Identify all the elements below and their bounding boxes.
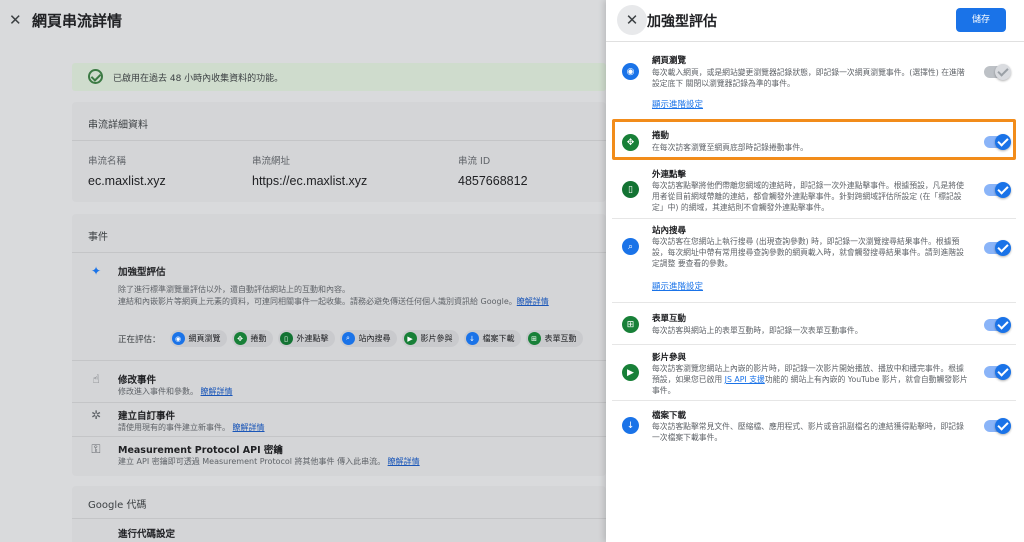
eye-icon: ◉	[171, 332, 185, 345]
check-circle-icon	[88, 69, 103, 84]
chip-page-view: ◉ 網頁瀏覽	[169, 330, 227, 347]
events-heading: 事件	[88, 232, 108, 243]
google-tag-card: Google 代碼 進行代碼設定	[72, 486, 606, 542]
form-icon: ⊞	[622, 316, 639, 333]
save-button[interactable]: 儲存	[956, 8, 1006, 32]
form-icon: ⊞	[527, 332, 541, 345]
site-search-toggle[interactable]	[984, 240, 1011, 256]
setting-outbound-clicks: ▯ 外連點擊 每次訪客點擊將他們帶離您網域的連結時，即記錄一次外連點擊事件。根據…	[612, 166, 1016, 216]
download-icon: ↓	[622, 417, 639, 434]
show-advanced-settings-link[interactable]: 顯示進階設定	[652, 98, 703, 110]
chip-video-engagement: ▶ 影片參與	[401, 330, 459, 347]
outbound-clicks-toggle[interactable]	[984, 182, 1011, 198]
setting-site-search: ⌕ 站內搜尋 每次訪客在您網站上執行搜尋 (出現查詢參數) 時，即記錄一次瀏覽搜…	[612, 222, 1016, 296]
download-icon: ↓	[465, 332, 479, 345]
stream-url-field: 串流網址 https://ec.maxlist.xyz	[252, 156, 368, 188]
chip-scroll: ✥ 捲動	[231, 330, 273, 347]
setting-file-downloads: ↓ 檔案下載 每次訪客點擊常見文件、壓縮檔、應用程式、影片或音訊副檔名的連結獲得…	[612, 406, 1016, 446]
js-api-link[interactable]: JS API 支援	[725, 375, 765, 384]
page-title: 網頁串流詳情	[32, 12, 123, 30]
page-header: ✕ 網頁串流詳情	[0, 0, 606, 42]
data-collection-notice: 已啟用在過去 48 小時內收集資料的功能。	[72, 63, 606, 91]
play-icon: ▶	[622, 364, 639, 381]
enhanced-measurement-panel: ✕ 加強型評估 儲存 ◉ 網頁瀏覽 每次載入網頁，或是網站變更瀏覽器記錄狀態，即…	[606, 0, 1024, 542]
stream-details-card: 串流詳細資料 串流名稱 ec.maxlist.xyz 串流網址 https://…	[72, 102, 606, 202]
sparkle-click-icon: ✲	[90, 408, 102, 422]
tag-settings-row[interactable]: 進行代碼設定	[118, 526, 175, 540]
chip-site-search: ⌕ 站內搜尋	[339, 330, 397, 347]
search-icon: ⌕	[341, 332, 355, 345]
scroll-icon: ✥	[233, 332, 247, 345]
setting-form-interactions: ⊞ 表單互動 每次訪客與網站上的表單互動時，即記錄一次表單互動事件。	[612, 308, 1016, 340]
page-views-toggle[interactable]	[984, 64, 1011, 80]
touch-icon: ☝	[92, 372, 100, 386]
stream-name-field: 串流名稱 ec.maxlist.xyz	[88, 156, 166, 188]
sparkle-icon: ✦	[90, 264, 102, 278]
video-engagement-toggle[interactable]	[984, 364, 1011, 380]
chip-outbound-click: ▯ 外連點擊	[277, 330, 335, 347]
play-icon: ▶	[403, 332, 417, 345]
chip-form-interaction: ⊞ 表單互動	[525, 330, 583, 347]
eye-icon: ◉	[622, 63, 639, 80]
events-card: 事件 ✦ 加強型評估 除了進行標準瀏覽量評估以外，還自動評估網站上的互動和內容。…	[72, 214, 606, 476]
stream-details-heading: 串流詳細資料	[88, 120, 148, 131]
close-panel-icon[interactable]: ✕	[617, 5, 647, 35]
file-downloads-toggle[interactable]	[984, 418, 1011, 434]
scroll-highlight-box	[612, 119, 1016, 160]
form-interactions-toggle[interactable]	[984, 317, 1011, 333]
mouse-icon: ▯	[279, 332, 293, 345]
show-advanced-settings-link-2[interactable]: 顯示進階設定	[652, 280, 703, 292]
measuring-chips: 正在評估： ◉ 網頁瀏覽 ✥ 捲動 ▯ 外連點擊 ⌕ 站內搜尋 ▶ 影片參與 ↓ 檔案下載 …	[118, 330, 583, 347]
setting-page-views: ◉ 網頁瀏覽 每次載入網頁，或是網站變更瀏覽器記錄狀態，即記錄一次網頁瀏覽事件。…	[612, 52, 1016, 112]
chip-file-download: ↓ 檔案下載	[463, 330, 521, 347]
stream-id-field: 串流 ID 4857668812	[458, 156, 528, 188]
key-icon: ⚿	[91, 442, 101, 456]
mouse-icon: ▯	[622, 181, 639, 198]
close-icon[interactable]: ✕	[9, 11, 22, 29]
panel-title: 加強型評估	[647, 14, 717, 30]
learn-more-link[interactable]: 瞭解詳情	[517, 297, 549, 306]
setting-video-engagement: ▶ 影片參與 每次訪客瀏覽您網站上內嵌的影片時，即記錄一次影片開始播放、播放中和…	[612, 348, 1016, 398]
search-icon: ⌕	[622, 238, 639, 255]
